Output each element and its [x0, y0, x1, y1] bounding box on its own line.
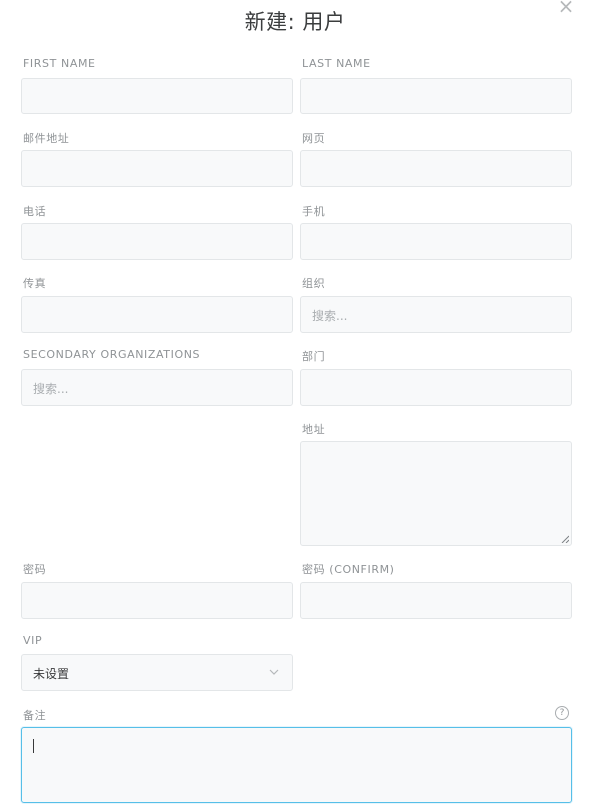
- first-name-input[interactable]: [21, 78, 293, 114]
- organization-label: 组织: [302, 277, 326, 290]
- resize-handle-icon[interactable]: [561, 535, 569, 543]
- chevron-down-icon: [269, 669, 279, 675]
- phone-input[interactable]: [21, 223, 293, 260]
- fax-label: 传真: [23, 277, 47, 290]
- phone-label: 电话: [23, 205, 47, 218]
- secondary-organizations-search-input[interactable]: 搜索...: [21, 369, 293, 406]
- vip-selected-value: 未设置: [33, 667, 70, 681]
- web-input[interactable]: [300, 150, 572, 187]
- password-confirm-input[interactable]: [300, 582, 572, 619]
- note-label: 备注: [23, 709, 47, 722]
- address-label: 地址: [302, 423, 326, 436]
- address-textarea[interactable]: [300, 441, 572, 546]
- web-label: 网页: [302, 132, 326, 145]
- text-caret: [33, 739, 34, 753]
- close-icon[interactable]: ×: [556, 0, 576, 16]
- dialog-title: 新建: 用户: [244, 10, 346, 34]
- last-name-input[interactable]: [300, 78, 572, 114]
- question-icon[interactable]: ?: [555, 706, 569, 720]
- vip-select[interactable]: 未设置: [21, 654, 293, 691]
- vip-label: VIP: [23, 634, 43, 647]
- department-label: 部门: [302, 350, 326, 363]
- password-input[interactable]: [21, 582, 293, 619]
- password-label: 密码: [23, 563, 47, 576]
- first-name-label: FIRST NAME: [23, 57, 96, 70]
- note-textarea[interactable]: [21, 727, 572, 803]
- email-label: 邮件地址: [23, 132, 70, 145]
- secondary-organizations-label: SECONDARY ORGANIZATIONS: [23, 348, 201, 361]
- organization-search-input[interactable]: 搜索...: [300, 296, 572, 333]
- organization-placeholder: 搜索...: [312, 309, 348, 323]
- mobile-label: 手机: [302, 205, 326, 218]
- new-user-dialog: 新建: 用户 × FIRST NAME LAST NAME 邮件地址 网页 电话…: [0, 0, 590, 812]
- mobile-input[interactable]: [300, 223, 572, 260]
- password-confirm-label: 密码 (CONFIRM): [302, 563, 395, 576]
- last-name-label: LAST NAME: [302, 57, 371, 70]
- department-input[interactable]: [300, 369, 572, 406]
- fax-input[interactable]: [21, 296, 293, 333]
- email-input[interactable]: [21, 150, 293, 187]
- secondary-organizations-placeholder: 搜索...: [33, 382, 69, 396]
